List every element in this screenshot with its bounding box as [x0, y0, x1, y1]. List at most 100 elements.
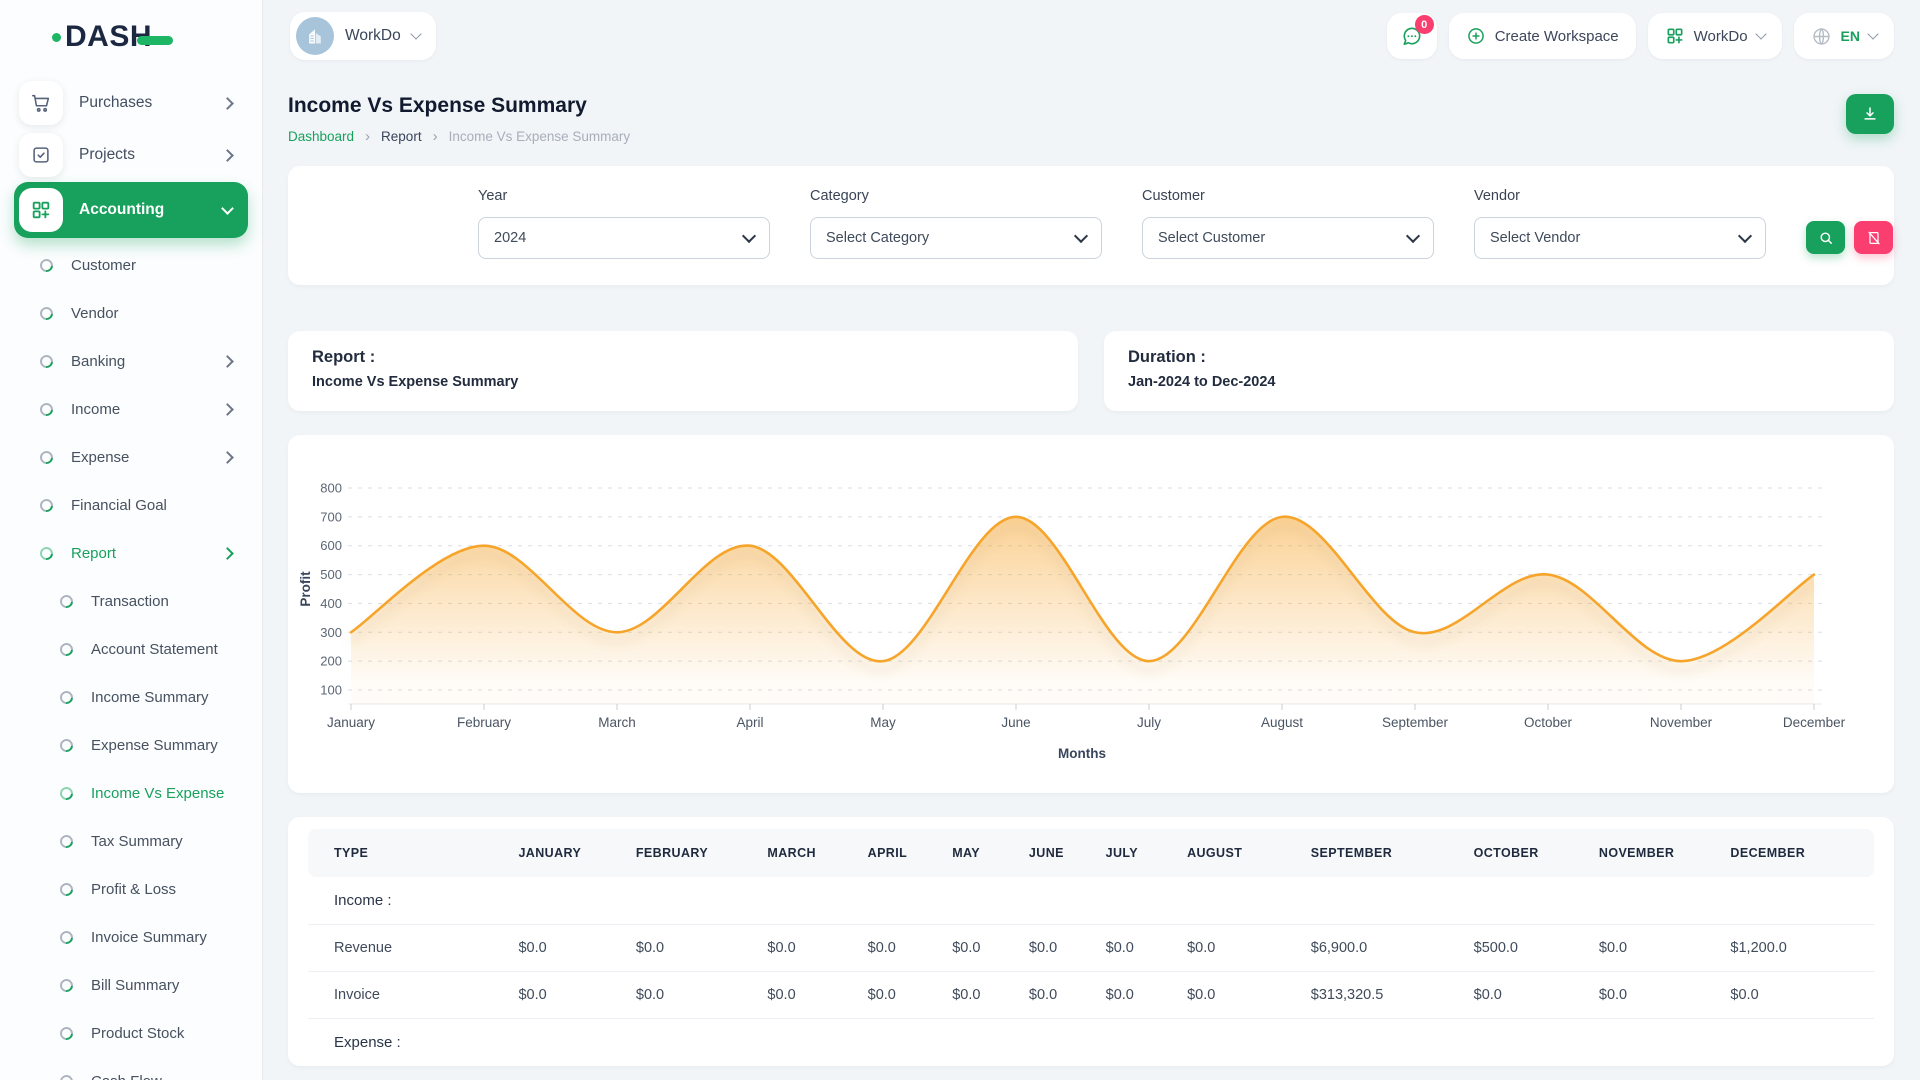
summary-table-card: TYPEJANUARYFEBRUARYMARCHAPRILMAYJUNEJULY…: [288, 817, 1894, 1066]
account-menu-label: WorkDo: [1694, 28, 1748, 45]
sidebar-item-vendor[interactable]: Vendor: [14, 290, 248, 336]
x-tick-label: March: [598, 715, 636, 730]
customer-select[interactable]: Select Customer: [1142, 217, 1434, 259]
sidebar-item-projects[interactable]: Projects: [14, 130, 248, 180]
sidebar-item-report[interactable]: Report: [14, 530, 248, 576]
vendor-select-value: Select Vendor: [1490, 230, 1580, 246]
sidebar-item-product-stock[interactable]: Product Stock: [14, 1010, 248, 1056]
income-expense-table: TYPEJANUARYFEBRUARYMARCHAPRILMAYJUNEJULY…: [308, 829, 1874, 1066]
value-cell: $0.0: [1019, 972, 1096, 1019]
value-cell: $313,320.5: [1301, 972, 1464, 1019]
reset-filter-button[interactable]: [1854, 221, 1893, 254]
sidebar-item-label: Bill Summary: [91, 977, 179, 994]
account-menu-button[interactable]: WorkDo: [1648, 13, 1782, 59]
clipboard-check-icon: [19, 133, 63, 177]
sidebar-item-label: Cash Flow: [91, 1073, 162, 1080]
workspace-selector[interactable]: WorkDo: [290, 12, 436, 60]
x-tick-label: February: [457, 715, 511, 730]
y-tick-label: 200: [320, 654, 342, 669]
column-header-february: FEBRUARY: [626, 829, 758, 877]
sidebar-item-tax-summary[interactable]: Tax Summary: [14, 818, 248, 864]
sidebar-item-financial-goal[interactable]: Financial Goal: [14, 482, 248, 528]
sidebar-item-banking[interactable]: Banking: [14, 338, 248, 384]
y-axis-title: Profit: [298, 571, 313, 607]
year-select[interactable]: 2024: [478, 217, 770, 259]
sidebar-item-label: Report: [71, 545, 116, 562]
globe-icon: [1811, 26, 1832, 47]
column-header-september: SEPTEMBER: [1301, 829, 1464, 877]
logo-dash-icon: [137, 36, 173, 45]
filter-actions: [1806, 221, 1893, 254]
filter-category: Category Select Category: [810, 188, 1102, 259]
bullet-icon: [57, 976, 75, 994]
value-cell: $0.0: [1019, 925, 1096, 972]
chart-card: 800700600500400300200100JanuaryFebruaryM…: [288, 435, 1894, 793]
sidebar-item-label: Transaction: [91, 593, 169, 610]
download-button[interactable]: [1846, 94, 1894, 134]
sidebar-item-accounting[interactable]: Accounting: [14, 182, 248, 238]
x-tick-label: August: [1261, 715, 1303, 730]
bullet-icon: [57, 880, 75, 898]
sidebar: DASH PurchasesProjects Accounting Customer…: [0, 0, 262, 1080]
language-selector[interactable]: EN: [1794, 13, 1894, 59]
sidebar-item-income-vs-expense[interactable]: Income Vs Expense: [14, 770, 248, 816]
chevron-down-icon: [1074, 228, 1088, 242]
x-tick-label: September: [1382, 715, 1449, 730]
chevron-down-icon: [1406, 228, 1420, 242]
table-row-invoice: Invoice$0.0$0.0$0.0$0.0$0.0$0.0$0.0$0.0$…: [308, 972, 1874, 1019]
sidebar-item-income-summary[interactable]: Income Summary: [14, 674, 248, 720]
section-label: Expense :: [308, 1019, 1874, 1067]
column-header-july: JULY: [1096, 829, 1177, 877]
breadcrumb-dashboard[interactable]: Dashboard: [288, 129, 354, 144]
sidebar-item-label: Invoice Summary: [91, 929, 207, 946]
x-tick-label: November: [1650, 715, 1713, 730]
vendor-select[interactable]: Select Vendor: [1474, 217, 1766, 259]
sidebar-item-profit-loss[interactable]: Profit & Loss: [14, 866, 248, 912]
building-icon: [305, 26, 325, 46]
chevron-down-icon: [410, 28, 421, 39]
breadcrumb-report[interactable]: Report: [381, 129, 422, 144]
sidebar-item-bill-summary[interactable]: Bill Summary: [14, 962, 248, 1008]
sidebar-item-label: Accounting: [79, 201, 164, 219]
sidebar-item-expense[interactable]: Expense: [14, 434, 248, 480]
sidebar-item-expense-summary[interactable]: Expense Summary: [14, 722, 248, 768]
value-cell: $0.0: [1589, 972, 1721, 1019]
bullet-icon: [57, 592, 75, 610]
table-section-row-income: Income :: [308, 877, 1874, 925]
sidebar-item-purchases[interactable]: Purchases: [14, 78, 248, 128]
bullet-icon: [57, 784, 75, 802]
app-logo[interactable]: DASH: [52, 20, 262, 54]
main-area: WorkDo 0 Create Workspace: [262, 0, 1920, 1080]
messages-button[interactable]: 0: [1387, 13, 1437, 59]
category-select-value: Select Category: [826, 230, 929, 246]
chevron-right-icon: [221, 547, 234, 560]
bullet-icon: [37, 304, 55, 322]
sidebar-item-label: Income: [71, 401, 120, 418]
cart-icon: [19, 81, 63, 125]
sidebar-item-customer[interactable]: Customer: [14, 242, 248, 288]
table-row-revenue: Revenue$0.0$0.0$0.0$0.0$0.0$0.0$0.0$0.0$…: [308, 925, 1874, 972]
column-header-january: JANUARY: [508, 829, 625, 877]
sidebar-item-transaction[interactable]: Transaction: [14, 578, 248, 624]
x-tick-label: May: [870, 715, 896, 730]
apply-filter-button[interactable]: [1806, 221, 1845, 254]
column-header-march: MARCH: [757, 829, 857, 877]
value-cell: $0.0: [1720, 972, 1874, 1019]
sidebar-item-account-statement[interactable]: Account Statement: [14, 626, 248, 672]
duration-card: Duration : Jan-2024 to Dec-2024: [1104, 331, 1894, 411]
sidebar-item-label: Customer: [71, 257, 136, 274]
create-workspace-button[interactable]: Create Workspace: [1449, 13, 1636, 59]
sidebar-item-label: Vendor: [71, 305, 119, 322]
sidebar-item-invoice-summary[interactable]: Invoice Summary: [14, 914, 248, 960]
bullet-icon: [57, 640, 75, 658]
y-tick-label: 100: [320, 683, 342, 698]
sidebar-item-cash-flow[interactable]: Cash Flow: [14, 1058, 248, 1080]
category-select[interactable]: Select Category: [810, 217, 1102, 259]
chevron-right-icon: [221, 403, 234, 416]
bullet-icon: [37, 400, 55, 418]
breadcrumb-separator-icon: ›: [365, 129, 370, 144]
row-type-cell: Revenue: [308, 925, 508, 972]
y-tick-label: 800: [320, 481, 342, 496]
column-header-type: TYPE: [308, 829, 508, 877]
sidebar-item-income[interactable]: Income: [14, 386, 248, 432]
